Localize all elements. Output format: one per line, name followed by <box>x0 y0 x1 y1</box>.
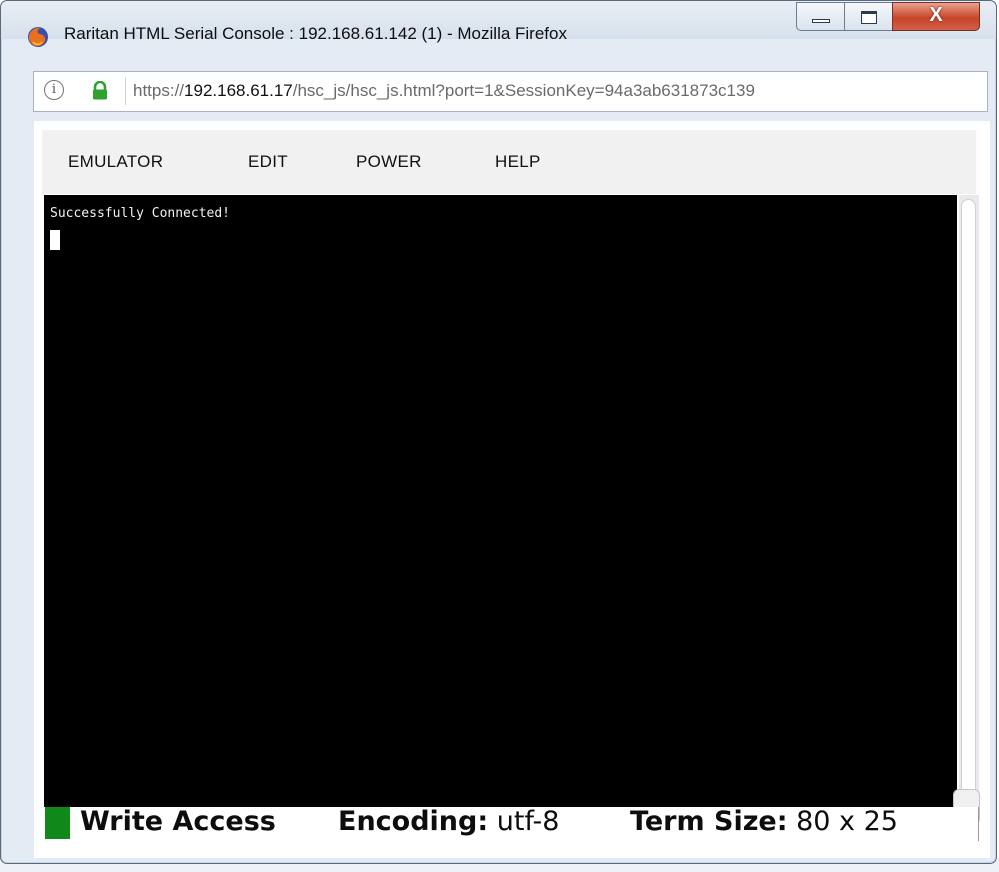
close-icon: X <box>929 4 943 26</box>
info-icon[interactable]: i <box>44 80 64 100</box>
scrollbar-thumb[interactable] <box>961 199 976 817</box>
address-divider <box>125 78 126 105</box>
menu-bar: EMULATOR EDIT POWER HELP <box>42 130 976 194</box>
terminal-output: Successfully Connected! <box>50 206 231 221</box>
title-bar: Raritan HTML Serial Console : 192.168.61… <box>1 1 996 47</box>
browser-window: Raritan HTML Serial Console : 192.168.61… <box>0 0 997 864</box>
connection-indicator <box>45 807 70 839</box>
url-path: /hsc_js/hsc_js.html?port=1&SessionKey=94… <box>292 81 755 100</box>
terminal-cursor <box>50 230 60 250</box>
terminal-scrollbar[interactable] <box>959 195 979 819</box>
menu-edit[interactable]: EDIT <box>248 152 288 172</box>
menu-emulator[interactable]: EMULATOR <box>68 152 163 172</box>
close-button[interactable]: X <box>892 2 980 31</box>
terminal-screen[interactable]: Successfully Connected! <box>44 195 957 809</box>
maximize-icon <box>861 11 877 24</box>
url-prefix: https:// <box>133 81 185 100</box>
minimize-button[interactable] <box>796 2 845 31</box>
termsize-status: Term Size: 80 x 25 <box>630 806 898 837</box>
lock-icon[interactable] <box>90 81 110 101</box>
address-bar[interactable]: i https://192.168.61.17/hsc_js/hsc_js.ht… <box>33 71 988 112</box>
status-bar: Write Access Encoding: utf-8 Term Size: … <box>44 806 979 841</box>
url-text[interactable]: https://192.168.61.17/hsc_js/hsc_js.html… <box>133 81 755 101</box>
minimize-icon <box>812 19 830 23</box>
page-content: EMULATOR EDIT POWER HELP Successfully Co… <box>34 121 990 858</box>
firefox-icon <box>28 27 48 47</box>
window-title: Raritan HTML Serial Console : 192.168.61… <box>64 24 567 43</box>
menu-power[interactable]: POWER <box>356 152 422 172</box>
url-host: 192.168.61.17 <box>184 81 293 100</box>
maximize-button[interactable] <box>844 2 893 31</box>
access-status: Write Access <box>80 806 276 837</box>
menu-help[interactable]: HELP <box>495 152 541 172</box>
encoding-status: Encoding: utf-8 <box>338 806 560 837</box>
